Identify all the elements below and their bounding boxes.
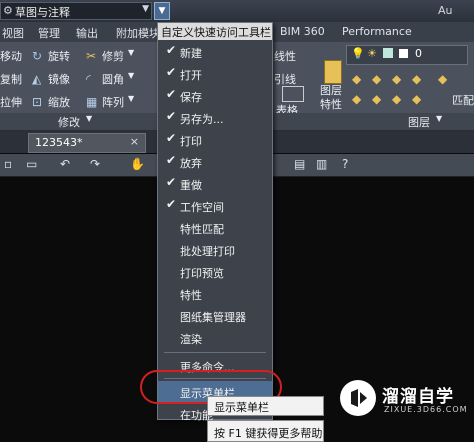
workspace-switcher[interactable]: ⚙ 草图与注释 ▼ [0,2,152,20]
layer-properties-button[interactable]: 图层特性 [320,84,348,112]
app-name: Au [438,4,453,17]
array-command[interactable]: 阵列 [102,94,124,110]
layer-name: 0 [415,47,422,60]
match-layer-button[interactable]: 匹配 [452,92,474,108]
menu-item-new[interactable]: ✔ 新建 [158,41,272,63]
chevron-down-icon: ▼ [128,71,135,80]
check-icon: ✔ [166,175,177,189]
quick-access-customize-menu: ✔ 新建 ✔ 打开 ✔ 保存 ✔ 另存为... ✔ 打印 ✔ 放弃 ✔ 重做 ✔… [157,22,273,422]
menu-item-batch-plot[interactable]: 批处理打印 [158,239,272,261]
check-icon: ✔ [166,197,177,211]
tab-bim360[interactable]: BIM 360 [280,25,325,38]
menu-item-workspace[interactable]: ✔ 工作空间 [158,195,272,217]
chevron-down-icon: ▼ [142,4,149,14]
chevron-down-icon: ▼ [128,94,135,103]
layer-tool-icon[interactable]: ◆ [372,72,381,86]
menu-item-save[interactable]: ✔ 保存 [158,85,272,107]
trim-icon: ✂ [86,49,97,63]
tab-addins[interactable]: 附加模块 [116,25,160,41]
rotate-icon: ↻ [32,49,43,63]
lightbulb-icon: 💡 [351,47,365,60]
check-icon: ✔ [166,131,177,145]
check-icon: ✔ [166,65,177,79]
chevron-down-icon: ▼ [128,48,135,57]
menu-header-title: 自定义快速访问工具栏 [161,26,271,39]
layer-properties-icon [324,60,342,84]
layer-tool-icon[interactable]: ◆ [352,72,361,86]
sun-icon: ☀ [367,47,377,60]
tooltip-title: 显示菜单栏 [214,401,269,414]
tooltip-help-box: 按 F1 键获得更多帮助 [207,420,324,442]
layers-panel-title[interactable]: 图层 [408,114,430,130]
undo-icon[interactable]: ↶ [60,157,70,171]
tab-output[interactable]: 输出 [76,25,98,41]
mirror-command[interactable]: 镜像 [48,71,70,87]
match-layer-icon: ◆ [438,72,448,86]
rotate-command[interactable]: 旋转 [48,48,70,64]
watermark-subtitle: ZIXUE.3D66.COM [384,405,468,414]
tooltip-title-box: 显示菜单栏 [207,396,324,416]
check-icon: ✔ [166,43,177,57]
layer-tool-icon[interactable]: ◆ [352,92,361,106]
scale-command[interactable]: 缩放 [48,94,70,110]
new-icon[interactable]: ▫ [4,157,12,171]
menu-item-render[interactable]: 渲染 [158,327,272,349]
array-icon: ▦ [86,95,98,109]
chevron-down-icon: ▼ [436,114,443,123]
layer-tool-icon[interactable]: ◆ [372,92,381,106]
watermark-title: 溜溜自学 [382,387,454,407]
fillet-icon: ◜ [86,72,91,86]
table-icon [282,86,304,102]
menu-item-plot-preview[interactable]: 打印预览 [158,261,272,283]
check-icon: ✔ [166,87,177,101]
move-command[interactable]: 移动 [0,48,22,64]
menu-item-sheet-set-manager[interactable]: 图纸集管理器 [158,305,272,327]
open-icon[interactable]: ▭ [26,157,37,171]
menu-item-properties[interactable]: 特性 [158,283,272,305]
menu-item-undo[interactable]: ✔ 放弃 [158,151,272,173]
menu-item-redo[interactable]: ✔ 重做 [158,173,272,195]
menu-header: 自定义快速访问工具栏 [158,23,272,40]
menu-item-match-properties[interactable]: 特性匹配 [158,217,272,239]
menu-item-open[interactable]: ✔ 打开 [158,63,272,85]
watermark-logo-icon [340,380,376,416]
tab-manage[interactable]: 管理 [38,25,60,41]
menu-item-print[interactable]: ✔ 打印 [158,129,272,151]
file-tab-title: 123543* [35,136,83,149]
menu-separator [164,352,266,353]
layer-tool-icon[interactable]: ◆ [412,72,421,86]
modify-panel-title[interactable]: 修改 [58,114,80,130]
chevron-down-icon: ▼ [86,114,93,123]
gear-icon: ⚙ [3,4,13,17]
layer-dropdown[interactable]: 💡 ☀ 0 [346,45,468,65]
scale-icon: ⊡ [32,95,43,109]
file-tab[interactable]: 123543* × [28,133,146,153]
quick-access-dropdown-button[interactable]: ▼ [154,2,170,20]
menu-item-save-as[interactable]: ✔ 另存为... [158,107,272,129]
tab-view[interactable]: 视图 [2,25,24,41]
workspace-label: 草图与注释 [15,6,70,19]
stretch-command[interactable]: 拉伸 [0,94,22,110]
mirror-icon: ◭ [32,72,42,86]
layer-tool-icon[interactable]: ◆ [392,72,401,86]
copy-command[interactable]: 复制 [0,71,22,87]
linear-dimension-command[interactable]: 线性 [274,48,296,64]
tab-performance[interactable]: Performance [342,25,412,38]
fillet-command[interactable]: 圆角 [102,71,124,87]
help-icon[interactable]: ? [342,157,348,171]
tooltip-help-text: 按 F1 键获得更多帮助 [214,427,323,440]
pan-icon[interactable]: ✋ [130,157,145,171]
redo-icon[interactable]: ↷ [90,157,100,171]
check-icon: ✔ [166,109,177,123]
layer-tool-icon[interactable]: ◆ [412,92,421,106]
check-icon: ✔ [166,153,177,167]
lock-icon [383,48,393,58]
trim-command[interactable]: 修剪 [102,48,124,64]
color-swatch-icon [399,49,408,58]
toolbar-icon[interactable]: ▤ [294,157,305,171]
toolbar-icon[interactable]: ▥ [316,157,327,171]
close-icon[interactable]: × [130,135,139,148]
layer-tool-icon[interactable]: ◆ [392,92,401,106]
leader-command[interactable]: 引线 [274,71,296,87]
